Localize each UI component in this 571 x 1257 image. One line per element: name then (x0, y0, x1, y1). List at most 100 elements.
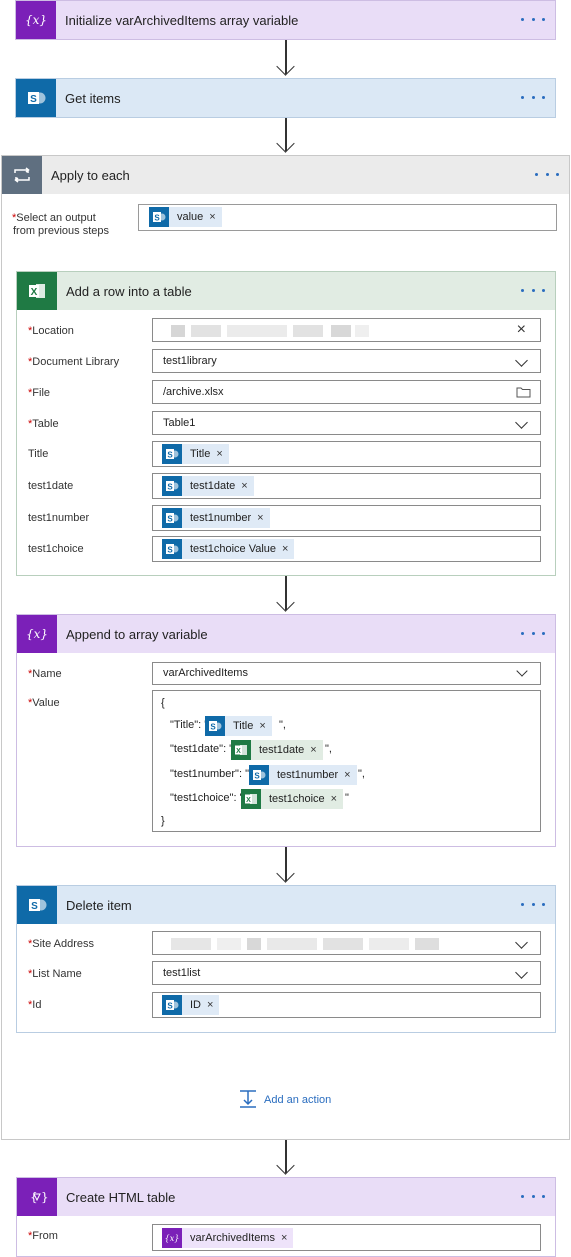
connector-arrow (275, 576, 297, 614)
test1number-token[interactable]: S test1number × (249, 765, 357, 785)
append-variable-title: Append to array variable (66, 626, 208, 642)
remove-token-icon[interactable]: × (241, 480, 247, 492)
svg-text:{x}: {x} (165, 1234, 180, 1243)
svg-text:S: S (167, 1002, 173, 1011)
variable-icon: {x} (16, 1, 56, 39)
sharepoint-icon: S (16, 79, 56, 117)
remove-token-icon[interactable]: × (216, 448, 222, 460)
select-output-field[interactable]: S value × (138, 204, 557, 231)
connector-arrow (275, 1140, 297, 1177)
variable-icon: {x} (17, 615, 57, 653)
name-dropdown[interactable]: varArchivedItems (152, 662, 541, 685)
sharepoint-icon: S (205, 716, 225, 736)
sharepoint-icon: S (162, 476, 182, 496)
add-row-header[interactable]: X Add a row into a table (17, 272, 555, 310)
clear-icon[interactable]: × (517, 322, 526, 338)
select-output-label: *Select an output (12, 212, 96, 224)
add-row-title: Add a row into a table (66, 283, 192, 299)
varArchivedItems-token[interactable]: {x} varArchivedItems × (162, 1228, 294, 1248)
id-token[interactable]: S ID × (162, 995, 220, 1015)
remove-token-icon[interactable]: × (331, 793, 337, 805)
name-label: *Name (28, 668, 62, 680)
more-options-icon[interactable] (521, 624, 545, 642)
create-html-table-header[interactable]: {} Create HTML table (17, 1178, 555, 1216)
more-options-icon[interactable] (521, 10, 545, 28)
connector-arrow (275, 118, 297, 155)
test1date-field[interactable]: S test1date × (152, 473, 541, 499)
list-name-dropdown[interactable]: test1list (152, 961, 541, 985)
more-options-icon[interactable] (535, 165, 559, 183)
loop-icon (2, 156, 42, 194)
svg-text:S: S (154, 214, 160, 223)
apply-to-each-header[interactable]: Apply to each (2, 156, 569, 194)
remove-token-icon[interactable]: × (281, 1232, 287, 1244)
svg-text:S: S (167, 546, 173, 555)
more-options-icon[interactable] (521, 895, 545, 913)
from-field[interactable]: {x} varArchivedItems × (152, 1224, 541, 1251)
append-variable-header[interactable]: {x} Append to array variable (17, 615, 555, 653)
remove-token-icon[interactable]: × (207, 999, 213, 1011)
delete-item-header[interactable]: S Delete item (17, 886, 555, 924)
list-name-label: *List Name (28, 968, 82, 980)
file-field[interactable]: /archive.xlsx (152, 380, 541, 404)
initialize-variable-card[interactable]: {x} Initialize varArchivedItems array va… (15, 0, 556, 40)
svg-text:S: S (167, 451, 173, 460)
test1date-token[interactable]: X test1date × (231, 740, 323, 760)
svg-text:X: X (246, 797, 251, 804)
svg-text:X: X (31, 287, 38, 298)
more-options-icon[interactable] (521, 88, 545, 106)
folder-icon[interactable] (516, 386, 531, 401)
svg-text:{: { (30, 1190, 38, 1204)
data-operation-icon: {} (17, 1178, 57, 1216)
svg-text:{x}: {x} (26, 627, 48, 641)
id-field[interactable]: S ID × (152, 992, 541, 1018)
more-options-icon[interactable] (521, 1187, 545, 1205)
remove-token-icon[interactable]: × (310, 744, 316, 756)
remove-token-icon[interactable]: × (209, 211, 215, 223)
connector-arrow (275, 40, 297, 78)
title-field[interactable]: S Title × (152, 441, 541, 467)
initialize-variable-header[interactable]: {x} Initialize varArchivedItems array va… (16, 1, 555, 39)
value-editor[interactable]: { "Title": " S Title × ", "test1date": "… (152, 690, 541, 832)
test1choice-token[interactable]: X test1choice × (241, 789, 344, 809)
excel-icon: X (241, 789, 261, 809)
document-library-dropdown[interactable]: test1library (152, 349, 541, 373)
initialize-variable-title: Initialize varArchivedItems array variab… (65, 12, 299, 28)
title-token[interactable]: S Title × (162, 444, 229, 464)
test1choice-field[interactable]: S test1choice Value × (152, 536, 541, 562)
delete-item-title: Delete item (66, 897, 132, 913)
remove-token-icon[interactable]: × (259, 720, 265, 732)
table-dropdown[interactable]: Table1 (152, 411, 541, 435)
test1number-token[interactable]: S test1number × (162, 508, 270, 528)
title-label: Title (28, 448, 49, 460)
test1choice-label: test1choice (28, 543, 84, 555)
more-options-icon[interactable] (521, 281, 545, 299)
get-items-header[interactable]: S Get items (16, 79, 555, 117)
chevron-down-icon (515, 416, 528, 429)
location-label: *Location (28, 325, 74, 337)
table-label: *Table (28, 418, 59, 430)
site-address-dropdown[interactable] (152, 931, 541, 955)
excel-icon: X (17, 272, 57, 310)
location-field[interactable]: × (152, 318, 541, 342)
svg-text:S: S (254, 772, 260, 781)
redacted-text (171, 938, 441, 950)
sharepoint-icon: S (249, 765, 269, 785)
chevron-down-icon (515, 354, 528, 367)
value-label: *Value (28, 697, 60, 709)
remove-token-icon[interactable]: × (282, 543, 288, 555)
from-label: *From (28, 1230, 58, 1242)
remove-token-icon[interactable]: × (344, 769, 350, 781)
value-token[interactable]: S value × (149, 207, 222, 227)
test1date-token[interactable]: S test1date × (162, 476, 254, 496)
title-token[interactable]: S Title × (205, 716, 272, 736)
svg-text:S: S (210, 723, 216, 732)
svg-text:S: S (167, 483, 173, 492)
svg-text:{x}: {x} (25, 13, 47, 27)
test1number-field[interactable]: S test1number × (152, 505, 541, 531)
remove-token-icon[interactable]: × (257, 512, 263, 524)
test1choice-token[interactable]: S test1choice Value × (162, 539, 295, 559)
add-action-button[interactable]: Add an action (239, 1089, 331, 1110)
create-html-table-title: Create HTML table (66, 1189, 176, 1205)
get-items-card[interactable]: S Get items (15, 78, 556, 118)
